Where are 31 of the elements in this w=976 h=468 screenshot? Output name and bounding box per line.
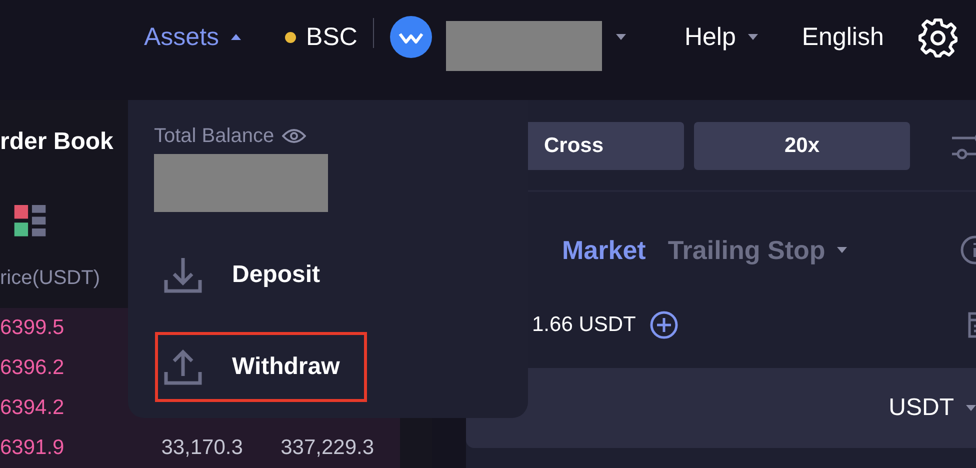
menu-item[interactable]: Deposit xyxy=(155,240,367,310)
amount-field[interactable]: USDT xyxy=(466,368,976,448)
caret-icon xyxy=(748,34,758,40)
order-type-tab[interactable]: Market xyxy=(562,234,646,266)
add-icon[interactable] xyxy=(650,311,678,339)
language-link[interactable]: English xyxy=(802,18,884,56)
upload-icon xyxy=(164,348,202,386)
caret-icon xyxy=(837,247,848,253)
settings-icon[interactable] xyxy=(918,18,958,58)
nav-menu[interactable]: Assets xyxy=(144,18,242,56)
panel-title: rder Book xyxy=(0,128,114,157)
download-icon xyxy=(164,256,202,294)
network-label[interactable]: BSC xyxy=(306,22,358,52)
price-cell-text: 6396.2 xyxy=(0,356,66,380)
available-balance: 1.66 USDT xyxy=(532,313,636,337)
caret-icon xyxy=(616,34,626,40)
column-header: rice(USDT) xyxy=(0,266,100,291)
amount-cell-text: 33,170.3 xyxy=(161,436,244,460)
price-cell-text: 6391.9 xyxy=(0,436,66,460)
nav-menu[interactable]: Help xyxy=(684,18,758,56)
leverage-button[interactable]: 20x xyxy=(694,122,910,170)
caret-icon xyxy=(966,405,976,411)
total-cell-text: 337,229.3 xyxy=(280,436,376,460)
price-cell-text: 6399.5 xyxy=(0,316,66,340)
eye-icon[interactable] xyxy=(282,128,306,144)
wallet-icon[interactable] xyxy=(390,16,432,58)
price-cell-text: 6394.2 xyxy=(0,396,66,420)
menu-item[interactable]: Withdraw xyxy=(155,332,367,402)
caret-icon xyxy=(231,34,242,40)
balance-label: Total Balance xyxy=(154,124,274,148)
layout-icon[interactable] xyxy=(14,205,46,237)
